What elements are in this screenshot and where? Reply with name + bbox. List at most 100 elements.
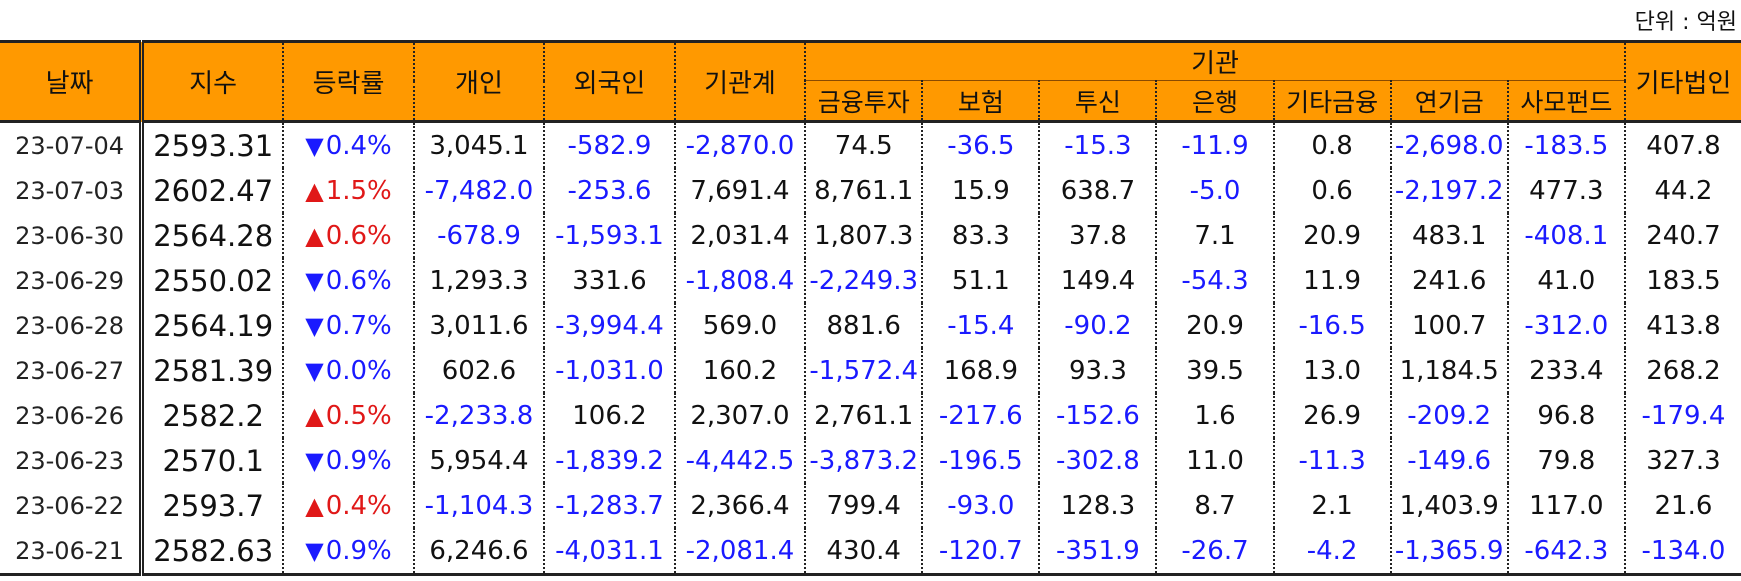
cell-change: ▲0.4% [283,483,415,528]
cell-individual: 3,011.6 [413,303,546,348]
cell-other-corp: 44.2 [1654,175,1713,206]
cell-foreign: -1,031.0 [544,348,676,393]
cell-bank: 20.9 [1156,303,1275,348]
cell-individual: 1,293.3 [413,258,546,303]
cell-private-equity: -642.3 [1507,528,1626,576]
cell-individual: 6,246.6 [413,528,546,576]
cell-individual: -678.9 [413,213,546,258]
cell-foreign: 331.6 [544,258,676,303]
cell-insurance: -36.5 [922,121,1041,168]
cell-individual: -2,233.8 [413,393,546,438]
change-value: 1.5% [325,175,392,206]
cell-change: ▼0.9% [283,438,415,483]
cell-change: ▲0.5% [283,393,415,438]
header-foreign: 외국인 [544,40,676,123]
cell-date: 23-06-28 [0,303,145,348]
cell-other-corp: -134.0 [1624,528,1741,576]
cell-bank: 7.1 [1156,213,1275,258]
cell-pension: 1,184.5 [1390,348,1509,393]
change-value: 0.7% [325,310,392,341]
cell-index: 2582.63 [141,528,285,576]
cell-index: 2564.19 [141,303,285,348]
cell-other-corp: 183.5 [1646,265,1721,296]
cell-other-finance: 2.1 [1273,483,1392,528]
cell-foreign: -4,031.1 [544,528,676,576]
cell-investment-trust: -15.3 [1039,121,1158,168]
cell-other-corp: 327.3 [1646,445,1721,476]
cell-private-equity: 233.4 [1507,348,1626,393]
cell-change: ▼0.4% [283,121,415,168]
cell-other-finance: -4.2 [1273,528,1392,576]
cell-private-equity: 41.0 [1507,258,1626,303]
cell-other-finance: 0.6 [1273,168,1392,213]
cell-date: 23-07-03 [0,168,145,213]
header-pension: 연기금 [1390,80,1509,123]
cell-index: 2581.39 [141,348,285,393]
cell-other-finance: -16.5 [1273,303,1392,348]
cell-foreign: -1,593.1 [544,213,676,258]
triangle-down-icon: ▼ [305,356,324,385]
table-row: 23-07-03 2602.47 ▲1.5% -7,482.0 -253.6 7,691.… [0,168,1741,213]
cell-insurance: 168.9 [922,348,1041,393]
header-bank: 은행 [1156,80,1275,123]
cell-individual: 3,045.1 [413,121,546,168]
cell-pension: 1,403.9 [1390,483,1509,528]
cell-insurance: 51.1 [922,258,1041,303]
cell-date: 23-06-21 [0,528,145,576]
cell-individual: -1,104.3 [413,483,546,528]
cell-inst-total: 2,366.4 [674,483,807,528]
cell-other-finance: -11.3 [1273,438,1392,483]
cell-inst-total: 2,307.0 [674,393,807,438]
cell-bank: -5.0 [1156,168,1275,213]
cell-pension: -209.2 [1390,393,1509,438]
cell-investment-trust: 128.3 [1039,483,1158,528]
header-institution-group: 기관 [805,40,1626,81]
change-value: 0.9% [325,445,392,476]
cell-date: 23-06-29 [0,258,145,303]
triangle-up-icon: ▲ [305,491,324,520]
cell-investment-trust: -90.2 [1039,303,1158,348]
cell-other-corp: 240.7 [1646,220,1721,251]
cell-date: 23-06-26 [0,393,145,438]
cell-other-corp: 268.2 [1646,355,1721,386]
cell-inst-total: -2,870.0 [674,121,807,168]
cell-inst-total: 569.0 [674,303,807,348]
cell-financial-investment: 74.5 [805,121,924,168]
cell-index: 2593.31 [141,121,285,168]
table-row: 23-06-27 2581.39 ▼0.0% 602.6 -1,031.0 160.2 -1… [0,348,1741,393]
cell-pension: -149.6 [1390,438,1509,483]
cell-private-equity: 79.8 [1507,438,1626,483]
cell-individual: 602.6 [413,348,546,393]
cell-private-equity: -408.1 [1507,213,1626,258]
cell-investment-trust: -351.9 [1039,528,1158,576]
cell-index: 2550.02 [141,258,285,303]
cell-financial-investment: 881.6 [805,303,924,348]
cell-inst-total: 160.2 [674,348,807,393]
cell-private-equity: 96.8 [1507,393,1626,438]
table-row: 23-06-29 2550.02 ▼0.6% 1,293.3 331.6 -1,808.4… [0,258,1741,303]
cell-financial-investment: 8,761.1 [805,168,924,213]
triangle-up-icon: ▲ [305,401,324,430]
cell-other-finance: 13.0 [1273,348,1392,393]
header-change: 등락률 [283,40,415,123]
cell-bank: 39.5 [1156,348,1275,393]
header-date: 날짜 [0,40,145,123]
cell-investment-trust: 149.4 [1039,258,1158,303]
cell-pension: 100.7 [1390,303,1509,348]
cell-foreign: 106.2 [544,393,676,438]
cell-pension: -2,197.2 [1390,168,1509,213]
cell-other-corp: -179.4 [1641,400,1726,431]
cell-foreign: -582.9 [544,121,676,168]
cell-pension: 483.1 [1390,213,1509,258]
cell-date: 23-06-23 [0,438,145,483]
cell-individual: 5,954.4 [413,438,546,483]
cell-change: ▲1.5% [283,168,415,213]
cell-insurance: -217.6 [922,393,1041,438]
header-investment-trust: 투신 [1039,80,1158,123]
cell-other-finance: 11.9 [1273,258,1392,303]
cell-investment-trust: 37.8 [1039,213,1158,258]
cell-other-corp: 413.8 [1646,310,1721,341]
triangle-down-icon: ▼ [305,536,324,565]
cell-inst-total: -1,808.4 [674,258,807,303]
cell-investment-trust: 93.3 [1039,348,1158,393]
